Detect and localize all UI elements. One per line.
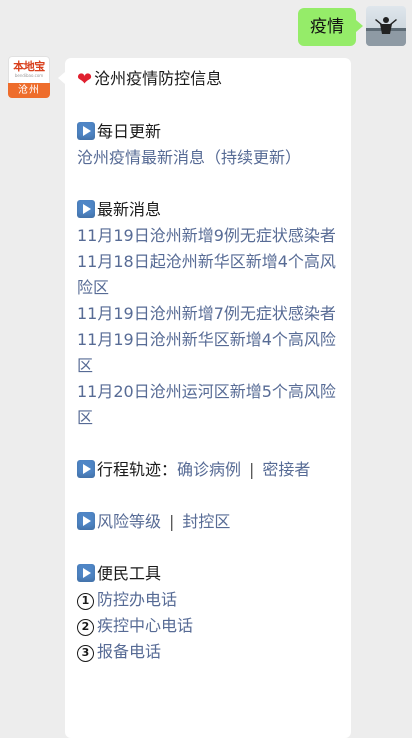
message-title-row: ❤ 沧州疫情防控信息 [77,66,339,93]
play-button-icon [77,122,95,140]
lockdown-zone-link[interactable]: 封控区 [182,512,230,531]
news-link[interactable]: 11月19日沧州新华区新增4个高风险区 [77,327,339,379]
circled-number-icon: 2 [77,619,94,636]
trace-heading: 行程轨迹： [97,460,178,479]
logo-url: bendibao.com [14,73,44,78]
heart-icon: ❤ [77,69,93,90]
circled-number-icon: 1 [77,593,94,610]
daily-link-row: 沧州疫情最新消息（持续更新） [77,145,339,171]
separator: | [169,512,175,531]
daily-update-link[interactable]: 沧州疫情最新消息（持续更新） [77,148,301,167]
outgoing-message-bubble[interactable]: 疫情 [298,8,363,46]
user-avatar[interactable] [366,6,406,46]
confirmed-cases-link[interactable]: 确诊病例 [177,460,241,479]
news-link[interactable]: 11月20日沧州运河区新增5个高风险区 [77,379,339,431]
risk-row: 风险等级 | 封控区 [77,509,339,535]
risk-level-link[interactable]: 风险等级 [97,512,161,531]
bendibao-avatar[interactable]: 本地宝 bendibao.com 沧州 [8,56,50,98]
news-link[interactable]: 11月18日起沧州新华区新增4个高风险区 [77,249,339,301]
trace-row: 行程轨迹：确诊病例 | 密接者 [77,457,339,483]
circled-number-icon: 3 [77,645,94,662]
message-title: 沧州疫情防控信息 [94,69,223,88]
tools-heading: 便民工具 [97,564,162,583]
incoming-message-bubble: ❤ 沧州疫情防控信息 每日更新 沧州疫情最新消息（持续更新） 最新消息 11月19… [58,58,351,738]
close-contacts-link[interactable]: 密接者 [262,460,310,479]
play-button-icon [77,512,95,530]
logo-text: 本地宝 [13,60,45,73]
separator: | [249,460,255,479]
person-silhouette-icon [366,17,406,46]
tool-link[interactable]: 防控办电话 [97,590,177,609]
play-button-icon [77,460,95,478]
daily-heading-row: 每日更新 [77,119,339,145]
bendibao-logo: 本地宝 bendibao.com [8,56,50,83]
tool-item-row: 2 疾控中心电话 [77,613,339,639]
daily-heading: 每日更新 [97,122,162,141]
tools-heading-row: 便民工具 [77,561,339,587]
outgoing-message-row: 疫情 [298,6,406,46]
tool-link[interactable]: 报备电话 [97,642,161,661]
news-link[interactable]: 11月19日沧州新增7例无症状感染者 [77,301,339,327]
logo-city-label: 沧州 [8,83,50,98]
news-heading-row: 最新消息 [77,197,339,223]
tool-item-row: 3 报备电话 [77,639,339,665]
tool-link[interactable]: 疾控中心电话 [97,616,193,635]
news-heading: 最新消息 [97,200,162,219]
play-button-icon [77,200,95,218]
play-button-icon [77,564,95,582]
tool-item-row: 1 防控办电话 [77,587,339,613]
news-link[interactable]: 11月19日沧州新增9例无症状感染者 [77,223,339,249]
